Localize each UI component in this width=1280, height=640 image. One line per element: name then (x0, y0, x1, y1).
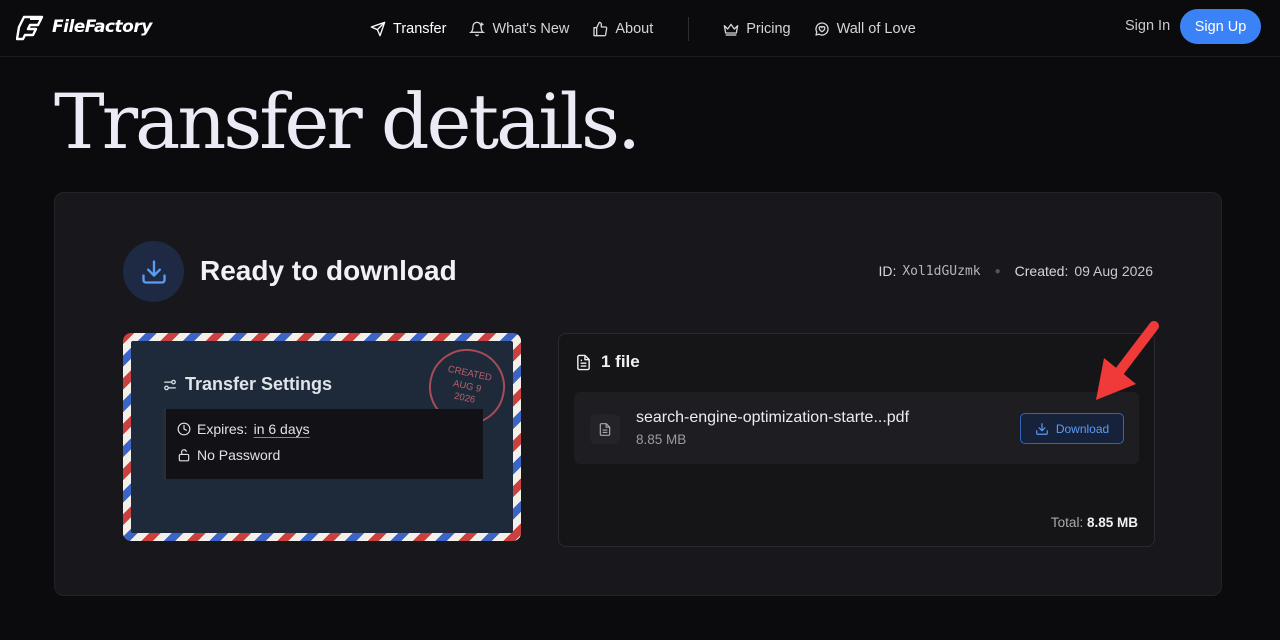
file-text-icon (599, 422, 611, 436)
sign-in-link[interactable]: Sign In (1125, 18, 1170, 34)
top-nav: FileFactory Transfer What's New About Pr… (0, 0, 1280, 57)
settings-details: Expires: in 6 days No Password (163, 409, 483, 479)
download-icon (141, 259, 166, 284)
transfer-meta: ID: Xol1dGUzmk ● Created: 09 Aug 2026 (878, 263, 1153, 279)
nav-label: Pricing (746, 21, 791, 37)
download-status-icon (123, 241, 184, 302)
page-title: Transfer details. (54, 77, 641, 166)
files-card: 1 file search-engine-optimization-starte… (558, 333, 1155, 547)
download-icon (1035, 422, 1048, 435)
nav-links: Transfer What's New About Pricing Wall o… (370, 17, 939, 41)
filefactory-logo-icon (16, 15, 44, 41)
total-value: 8.85 MB (1086, 515, 1138, 530)
red-arrow-annotation (1096, 321, 1159, 400)
created-date: 09 Aug 2026 (1074, 263, 1153, 279)
files-header: 1 file (575, 352, 640, 372)
total-size: Total: 8.85 MB (1051, 515, 1138, 530)
transfer-id: Xol1dGUzmk (902, 263, 981, 279)
nav-label: What's New (492, 21, 570, 37)
download-button[interactable]: Download (1020, 413, 1124, 444)
password-status: No Password (197, 447, 281, 463)
expires-value: in 6 days (253, 421, 310, 437)
clock-icon (177, 422, 191, 436)
meta-separator: ● (994, 265, 1001, 277)
document-icon (577, 354, 590, 370)
send-icon (370, 21, 386, 37)
nav-item-whats-new[interactable]: What's New (469, 21, 569, 37)
crown-icon (723, 23, 739, 36)
chat-heart-icon (814, 22, 829, 36)
file-count: 1 file (601, 352, 640, 371)
transfer-panel: Ready to download ID: Xol1dGUzmk ● Creat… (54, 192, 1222, 596)
unlock-icon (178, 449, 190, 462)
expires-label: Expires: (197, 421, 248, 437)
transfer-settings-card: CREATED AUG 9 2026 Transfer Settings Exp… (123, 333, 521, 541)
sign-up-button[interactable]: Sign Up (1180, 9, 1261, 44)
nav-label: Wall of Love (836, 21, 916, 37)
settings-card-inner: CREATED AUG 9 2026 Transfer Settings Exp… (131, 341, 513, 533)
settings-title: Transfer Settings (163, 374, 332, 395)
download-label: Download (1055, 421, 1110, 436)
password-row: No Password (177, 447, 472, 463)
transfer-status: Ready to download (200, 255, 457, 286)
nav-item-transfer[interactable]: Transfer (370, 21, 446, 37)
nav-divider (688, 17, 690, 41)
brand-logo[interactable]: FileFactory (16, 13, 152, 41)
nav-item-wall-of-love[interactable]: Wall of Love (814, 21, 916, 37)
total-label: Total: (1050, 515, 1084, 530)
file-type-icon (590, 414, 620, 444)
nav-item-pricing[interactable]: Pricing (723, 21, 791, 37)
thumbs-up-icon (593, 21, 608, 37)
nav-label: Transfer (393, 21, 447, 37)
file-size: 8.85 MB (636, 432, 687, 447)
brand-name: FileFactory (52, 17, 152, 37)
created-label: Created: (1014, 263, 1069, 279)
file-row: search-engine-optimization-starte...pdf … (574, 392, 1139, 464)
settings-title-text: Transfer Settings (185, 374, 333, 394)
file-name: search-engine-optimization-starte...pdf (636, 409, 910, 426)
nav-label: About (615, 21, 654, 37)
bell-icon (469, 21, 486, 37)
expires-row: Expires: in 6 days (177, 421, 472, 437)
id-label: ID: (878, 263, 897, 279)
sliders-icon (164, 379, 176, 390)
nav-item-about[interactable]: About (592, 21, 653, 37)
